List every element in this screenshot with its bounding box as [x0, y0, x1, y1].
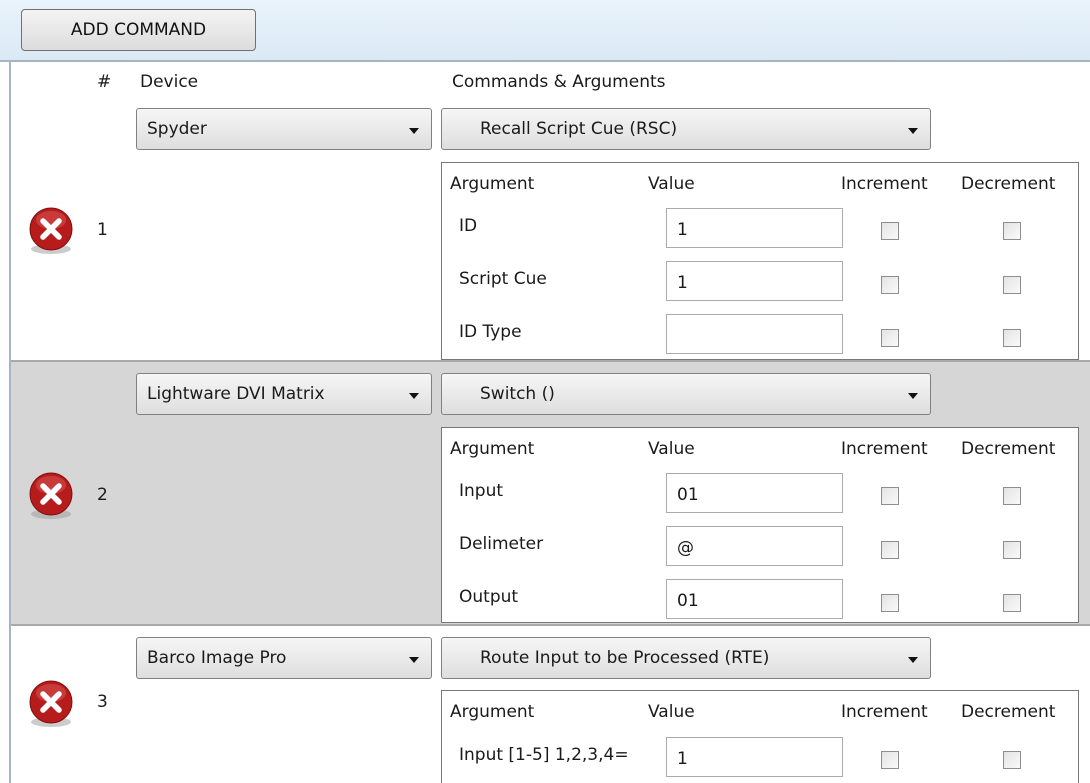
column-header-commands: Commands & Arguments — [452, 72, 666, 92]
argument-value-text: 01 — [677, 591, 699, 611]
device-dropdown[interactable]: Spyder — [136, 108, 432, 150]
increment-checkbox[interactable] — [881, 541, 899, 559]
increment-checkbox[interactable] — [881, 329, 899, 347]
command-dropdown-value: Recall Script Cue (RSC) — [480, 119, 678, 139]
device-dropdown[interactable]: Barco Image Pro — [136, 637, 432, 679]
grid-header-increment: Increment — [841, 702, 928, 722]
command-dropdown-value: Route Input to be Processed (RTE) — [480, 648, 770, 668]
command-number: 1 — [97, 220, 108, 240]
decrement-checkbox[interactable] — [1003, 222, 1021, 240]
chevron-down-icon — [409, 128, 419, 134]
decrement-checkbox[interactable] — [1003, 594, 1021, 612]
command-dropdown[interactable]: Switch () — [441, 373, 931, 415]
decrement-checkbox[interactable] — [1003, 541, 1021, 559]
grid-header-value: Value — [648, 439, 695, 459]
command-number: 3 — [97, 692, 108, 712]
row-separator — [11, 360, 1090, 362]
argument-value-input[interactable]: 1 — [666, 208, 843, 248]
increment-checkbox[interactable] — [881, 594, 899, 612]
argument-value-input[interactable]: 01 — [666, 579, 843, 619]
device-dropdown-value: Lightware DVI Matrix — [147, 384, 325, 404]
command-dropdown[interactable]: Recall Script Cue (RSC) — [441, 108, 931, 150]
arguments-grid: Argument Value Increment Decrement Input… — [441, 690, 1079, 783]
increment-checkbox[interactable] — [881, 751, 899, 769]
device-dropdown-value: Spyder — [147, 119, 207, 139]
argument-value-input[interactable]: @ — [666, 526, 843, 566]
increment-checkbox[interactable] — [881, 276, 899, 294]
argument-value-text: 01 — [677, 485, 699, 505]
chevron-down-icon — [908, 393, 918, 399]
grid-header-decrement: Decrement — [961, 702, 1056, 722]
chevron-down-icon — [908, 657, 918, 663]
grid-header-value: Value — [648, 174, 695, 194]
column-header-device: Device — [140, 72, 199, 92]
grid-header-argument: Argument — [450, 439, 535, 459]
decrement-checkbox[interactable] — [1003, 487, 1021, 505]
remove-error-icon[interactable] — [25, 678, 77, 730]
command-number: 2 — [97, 485, 108, 505]
argument-value-text: 1 — [677, 220, 688, 240]
arguments-grid: Argument Value Increment Decrement ID 1 … — [441, 162, 1079, 360]
chevron-down-icon — [908, 128, 918, 134]
device-dropdown-value: Barco Image Pro — [147, 648, 287, 668]
arguments-grid: Argument Value Increment Decrement Input… — [441, 427, 1079, 623]
grid-header-argument: Argument — [450, 174, 535, 194]
argument-value-input[interactable]: 01 — [666, 473, 843, 513]
argument-value-text: 1 — [677, 749, 688, 769]
grid-header-value: Value — [648, 702, 695, 722]
argument-label: Output — [459, 587, 519, 607]
argument-label: Input [1-5] 1,2,3,4= — [459, 745, 629, 765]
row-separator — [11, 624, 1090, 626]
argument-value-input[interactable] — [666, 314, 843, 354]
argument-label: Script Cue — [459, 269, 547, 289]
decrement-checkbox[interactable] — [1003, 276, 1021, 294]
argument-label: ID Type — [459, 322, 522, 342]
remove-error-icon[interactable] — [25, 470, 77, 522]
increment-checkbox[interactable] — [881, 487, 899, 505]
chevron-down-icon — [409, 657, 419, 663]
toolbar: ADD COMMAND — [0, 0, 1090, 62]
argument-value-input[interactable]: 1 — [666, 737, 843, 777]
add-command-button[interactable]: ADD COMMAND — [21, 9, 256, 51]
argument-label: Delimeter — [459, 534, 544, 554]
column-header-number: # — [97, 72, 112, 92]
remove-error-icon[interactable] — [25, 205, 77, 257]
increment-checkbox[interactable] — [881, 222, 899, 240]
grid-header-argument: Argument — [450, 702, 535, 722]
decrement-checkbox[interactable] — [1003, 751, 1021, 769]
grid-header-increment: Increment — [841, 174, 928, 194]
command-dropdown[interactable]: Route Input to be Processed (RTE) — [441, 637, 931, 679]
argument-label: Input — [459, 481, 504, 501]
grid-header-decrement: Decrement — [961, 439, 1056, 459]
argument-label: ID — [459, 216, 478, 236]
decrement-checkbox[interactable] — [1003, 329, 1021, 347]
grid-header-decrement: Decrement — [961, 174, 1056, 194]
chevron-down-icon — [409, 393, 419, 399]
argument-value-text: 1 — [677, 273, 688, 293]
command-dropdown-value: Switch () — [480, 384, 555, 404]
device-dropdown[interactable]: Lightware DVI Matrix — [136, 373, 432, 415]
argument-value-text: @ — [677, 538, 694, 558]
argument-value-input[interactable]: 1 — [666, 261, 843, 301]
grid-header-increment: Increment — [841, 439, 928, 459]
